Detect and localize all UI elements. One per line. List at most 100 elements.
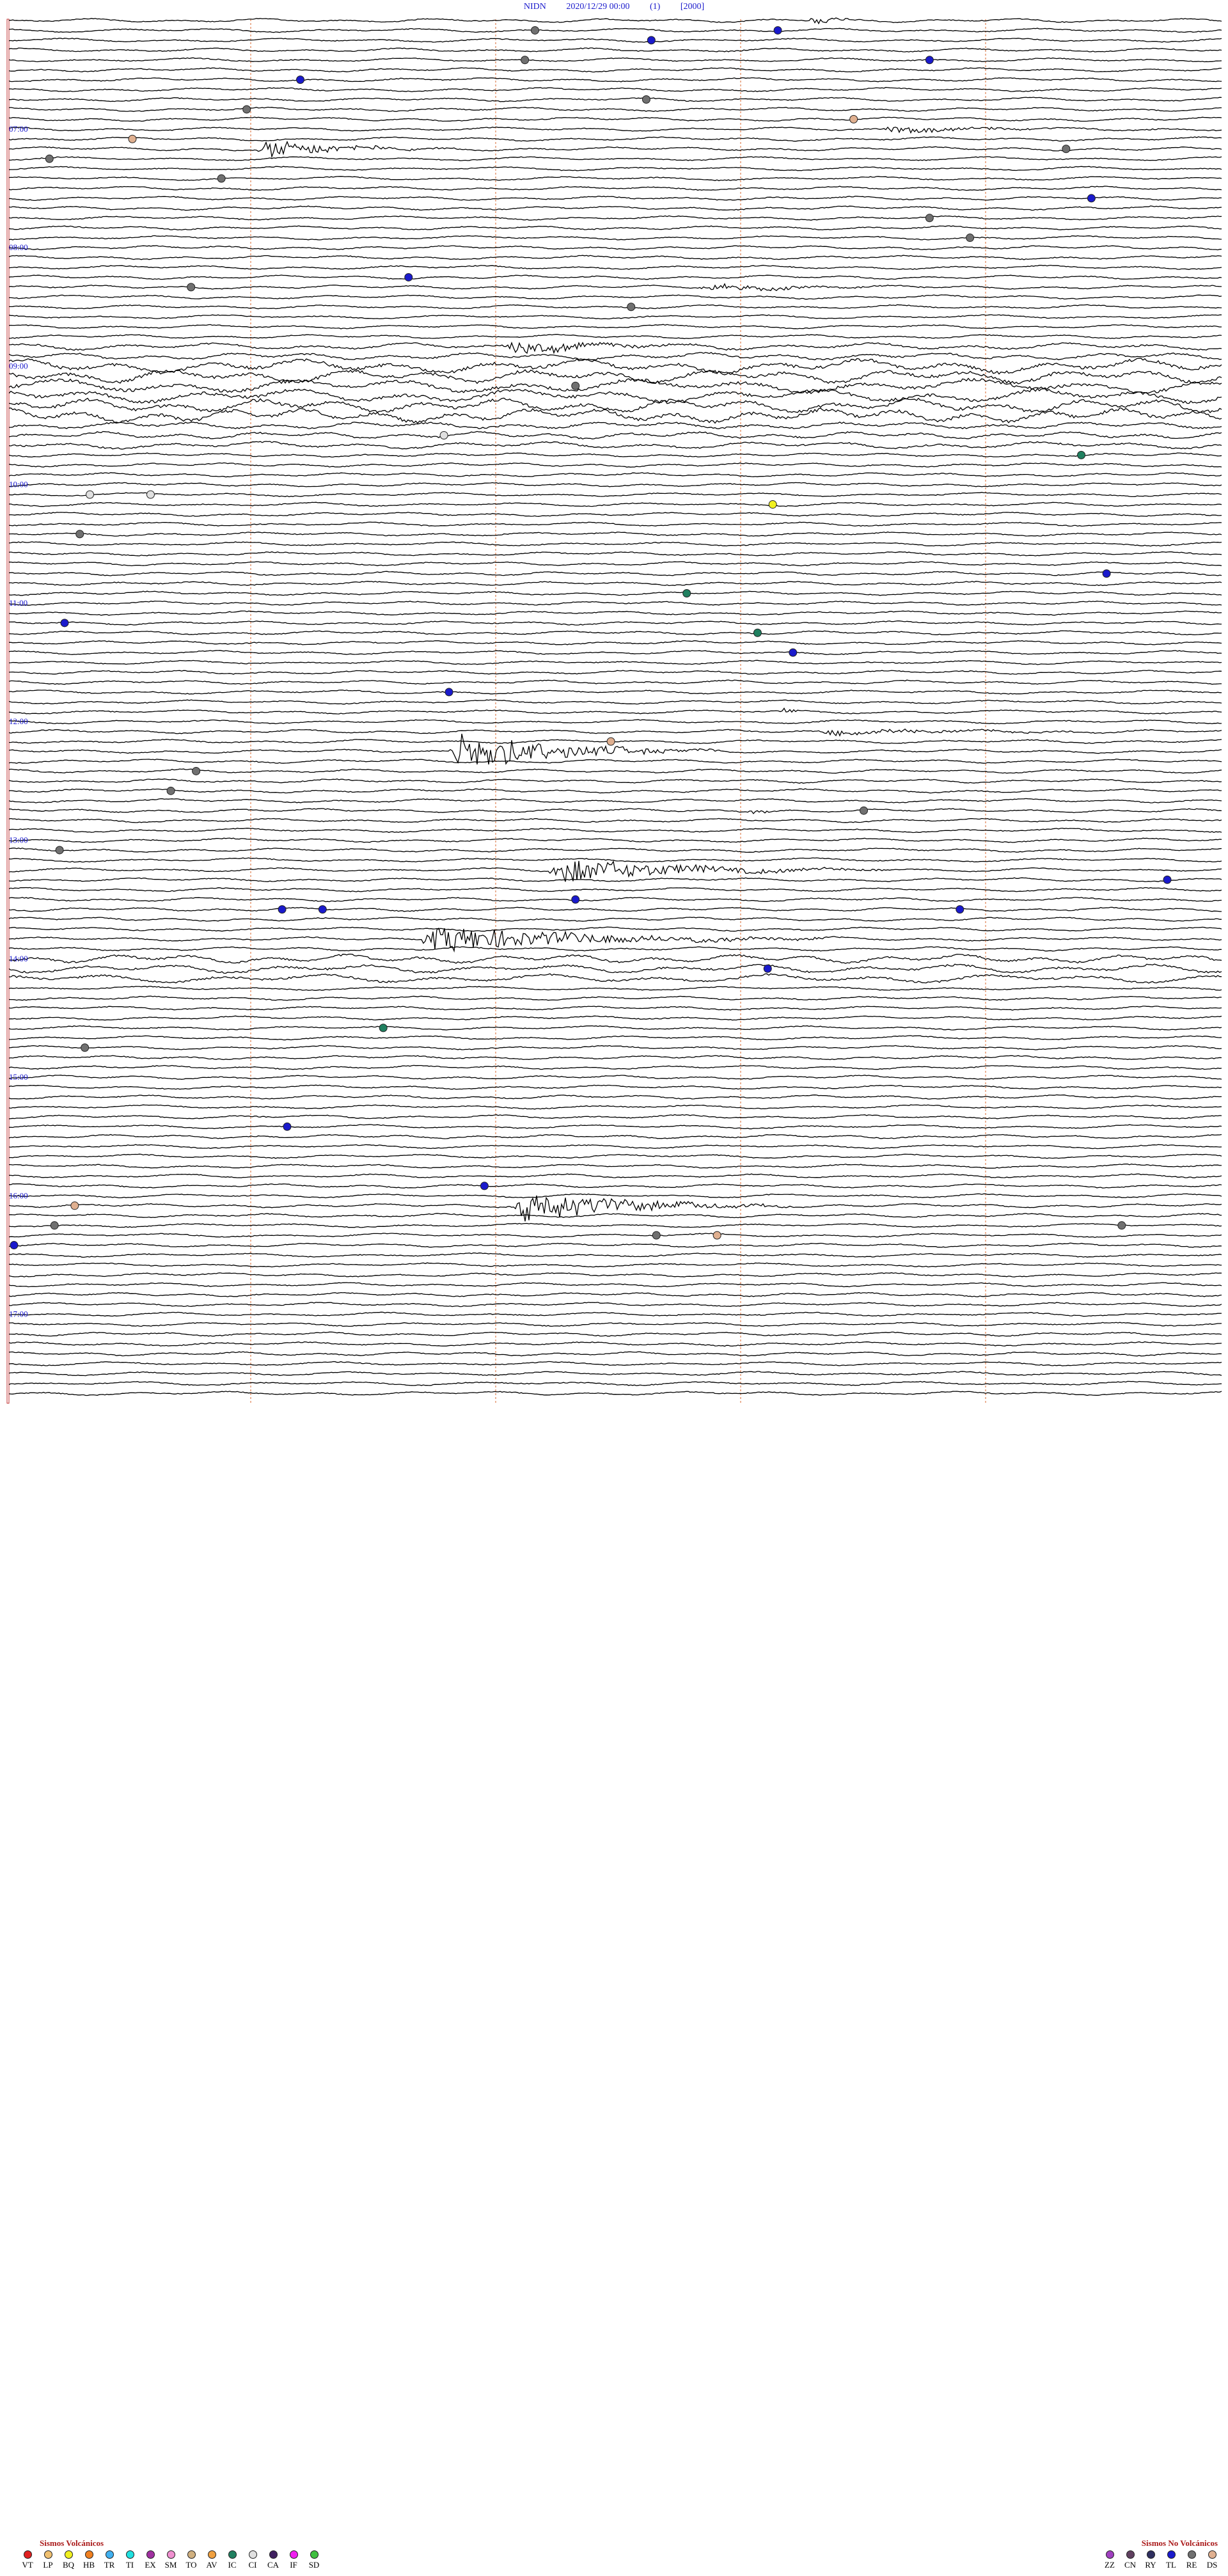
- trace-row: [8, 1114, 1222, 1119]
- legend-item-re: RE: [1183, 2550, 1200, 2570]
- trace-row: [8, 897, 1222, 903]
- event-marker-bq: [768, 500, 777, 509]
- legend-item-ic: IC: [224, 2550, 240, 2570]
- trace-row: [9, 1183, 1222, 1189]
- trace-row: [8, 1195, 1222, 1222]
- helicorder-plot: 07:00 08:00 09:00 10:00 11:00 12:00 13:00 14:00…: [6, 17, 1222, 1404]
- event-marker-re: [50, 1221, 59, 1230]
- trace-row: [8, 1341, 1222, 1347]
- event-marker-ci: [86, 490, 95, 499]
- trace-row: [8, 1391, 1222, 1396]
- legend-dot-icon: [1146, 2550, 1155, 2559]
- legend-item-ry: RY: [1142, 2550, 1159, 2570]
- event-marker-re: [925, 214, 934, 223]
- trace-row: [8, 235, 1222, 241]
- legend-code: IC: [228, 2560, 237, 2570]
- trace-row: [8, 1035, 1222, 1041]
- trace-row: [8, 377, 1222, 395]
- legend-dot-icon: [289, 2550, 298, 2559]
- trace-row: [8, 906, 1222, 912]
- trace-row: [8, 670, 1222, 675]
- legend-non-volcanic-items: ZZ CN RY TL RE DS: [1101, 2550, 1220, 2570]
- event-marker-tl: [1087, 194, 1096, 203]
- trace-row: [8, 531, 1222, 537]
- trace-row: [8, 679, 1222, 685]
- legend-code: LP: [43, 2560, 53, 2570]
- legend-code: RY: [1145, 2560, 1156, 2570]
- legend-dot-icon: [105, 2550, 114, 2559]
- trace-row: [8, 1173, 1222, 1178]
- hour-label: 15:00: [9, 1072, 28, 1082]
- legend-volcanic-title: Sismos Volcánicos: [40, 2538, 104, 2548]
- hour-label: 17:00: [9, 1309, 28, 1319]
- trace-row: [8, 472, 1222, 478]
- trace-row: [8, 47, 1222, 52]
- event-marker-tl: [647, 36, 656, 45]
- event-marker-re: [242, 105, 251, 114]
- trace-row: [8, 176, 1222, 182]
- legend-volcanic: Sismos Volcánicos VT LP BQ HB TR TI EX SM TO AV IC…: [19, 2538, 322, 2570]
- legend-dot-icon: [187, 2550, 196, 2559]
- trace-row: [8, 1064, 1222, 1070]
- trace-row: [8, 1351, 1222, 1357]
- event-marker-ic: [753, 628, 762, 637]
- event-marker-tl: [763, 964, 772, 973]
- trace-row: [8, 369, 1222, 384]
- trace-row: [8, 388, 1222, 404]
- event-marker-re: [571, 381, 580, 390]
- event-marker-tl: [283, 1122, 292, 1131]
- trace-row: [8, 255, 1222, 260]
- legend-item-hb: HB: [81, 2550, 97, 2570]
- legend-dot-icon: [125, 2550, 134, 2559]
- trace-row: [8, 837, 1222, 843]
- trace-row: [8, 1006, 1222, 1011]
- trace-row: [8, 1025, 1222, 1031]
- legend-item-ci: CI: [244, 2550, 261, 2570]
- event-marker-ci: [146, 490, 155, 499]
- legend-code: BQ: [62, 2560, 75, 2570]
- trace-row: [8, 1302, 1222, 1308]
- trace-row: [8, 1015, 1222, 1021]
- trace-row: [8, 17, 1222, 25]
- trace-row: [8, 581, 1222, 587]
- trace-row: [9, 1124, 1222, 1130]
- event-marker-tl: [60, 619, 69, 628]
- trace-row: [8, 205, 1222, 211]
- legend-dot-icon: [64, 2550, 73, 2559]
- event-marker-re: [627, 303, 636, 312]
- legend-code: SD: [308, 2560, 320, 2570]
- event-marker-tl: [773, 26, 782, 35]
- event-marker-re: [1062, 145, 1071, 154]
- event-marker-tl: [925, 56, 934, 65]
- legend-code: RE: [1186, 2560, 1197, 2570]
- event-marker-tl: [956, 905, 964, 914]
- trace-row: [8, 314, 1222, 320]
- trace-row: [8, 699, 1222, 705]
- trace-row: [8, 926, 1222, 932]
- trace-row: [8, 1311, 1222, 1317]
- legend-dot-icon: [43, 2550, 52, 2559]
- trace-row: [8, 1134, 1222, 1139]
- event-marker-re: [192, 766, 201, 775]
- trace-row: [8, 136, 1222, 142]
- trace-row: [8, 541, 1222, 547]
- legend-item-cn: CN: [1122, 2550, 1138, 2570]
- trace-row: [9, 97, 1222, 102]
- trace-row: [8, 917, 1222, 922]
- trace-row: [8, 1262, 1222, 1268]
- event-marker-re: [55, 846, 64, 855]
- hour-label: 16:00: [9, 1190, 28, 1200]
- event-marker-ic: [1077, 450, 1086, 459]
- trace-row: [8, 431, 1222, 440]
- legend-non-volcanic: Sismos No Volcánicos ZZ CN RY TL RE DS: [1101, 2538, 1220, 2570]
- legend-item-av: AV: [203, 2550, 220, 2570]
- legend-dot-icon: [269, 2550, 278, 2559]
- legend-code: TL: [1166, 2560, 1176, 2570]
- trace-row: [8, 728, 1222, 737]
- event-marker-re: [966, 233, 975, 242]
- trace-row: [8, 1361, 1222, 1366]
- legend-code: TO: [185, 2560, 197, 2570]
- trace-row: [8, 491, 1222, 498]
- event-marker-tl: [480, 1181, 489, 1190]
- hour-label: 08:00: [9, 242, 28, 252]
